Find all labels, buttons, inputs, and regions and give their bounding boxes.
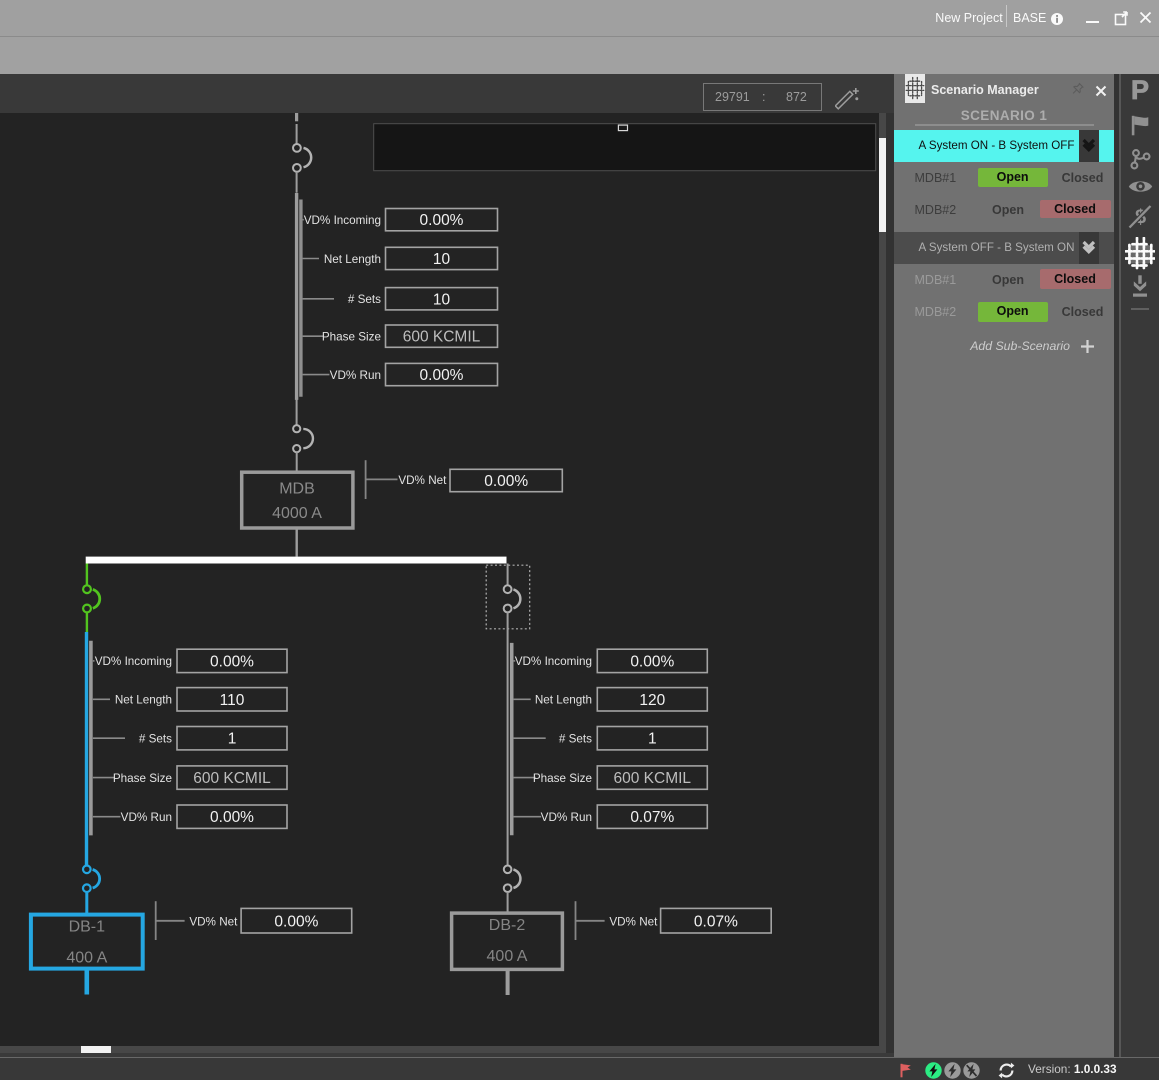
svg-text:Net Length: Net Length [535,694,592,707]
svg-text:0.00%: 0.00% [420,212,464,229]
svg-text:0.00%: 0.00% [210,653,254,670]
svg-text:0.00%: 0.00% [274,913,318,930]
svg-text:10: 10 [433,251,451,268]
svg-text:VD% Net: VD% Net [609,915,658,928]
svg-text:# Sets: # Sets [139,733,172,746]
svg-text:0.07%: 0.07% [694,913,738,930]
svg-text:0.07%: 0.07% [630,809,674,826]
svg-text:VD% Net: VD% Net [398,474,447,487]
svg-text:0.00%: 0.00% [630,653,674,670]
svg-text:VD% Run: VD% Run [330,369,381,382]
svg-text:110: 110 [220,692,245,709]
svg-text:MDB: MDB [279,481,315,498]
svg-text:VD% Run: VD% Run [121,811,172,824]
svg-text:Net Length: Net Length [324,253,381,266]
svg-text:Phase Size: Phase Size [113,772,172,785]
svg-text:VD% Run: VD% Run [541,811,592,824]
svg-text:400 A: 400 A [66,949,107,966]
svg-text:400 A: 400 A [487,948,528,965]
svg-text:0.00%: 0.00% [210,809,254,826]
svg-text:# Sets: # Sets [348,293,381,306]
svg-text:0.00%: 0.00% [420,367,464,384]
svg-text:600 KCMIL: 600 KCMIL [614,770,692,787]
svg-text:0.00%: 0.00% [484,473,528,490]
svg-text:600 KCMIL: 600 KCMIL [193,770,271,787]
svg-text:VD% Net: VD% Net [189,915,238,928]
svg-text:Phase Size: Phase Size [533,772,592,785]
svg-text:1: 1 [648,731,657,748]
svg-text:VD% Incoming: VD% Incoming [515,655,592,668]
svg-text:Net Length: Net Length [115,694,172,707]
svg-text:Phase Size: Phase Size [322,331,381,344]
svg-text:VD% Incoming: VD% Incoming [95,655,172,668]
svg-text:DB-2: DB-2 [489,917,526,934]
svg-text:DB-1: DB-1 [69,918,106,935]
svg-text:VD% Incoming: VD% Incoming [304,214,381,227]
svg-text:120: 120 [639,692,665,709]
svg-text:10: 10 [433,291,451,308]
svg-text:1: 1 [228,731,237,748]
svg-text:4000 A: 4000 A [272,505,322,522]
svg-text:# Sets: # Sets [559,733,592,746]
svg-text:600 KCMIL: 600 KCMIL [403,329,481,346]
